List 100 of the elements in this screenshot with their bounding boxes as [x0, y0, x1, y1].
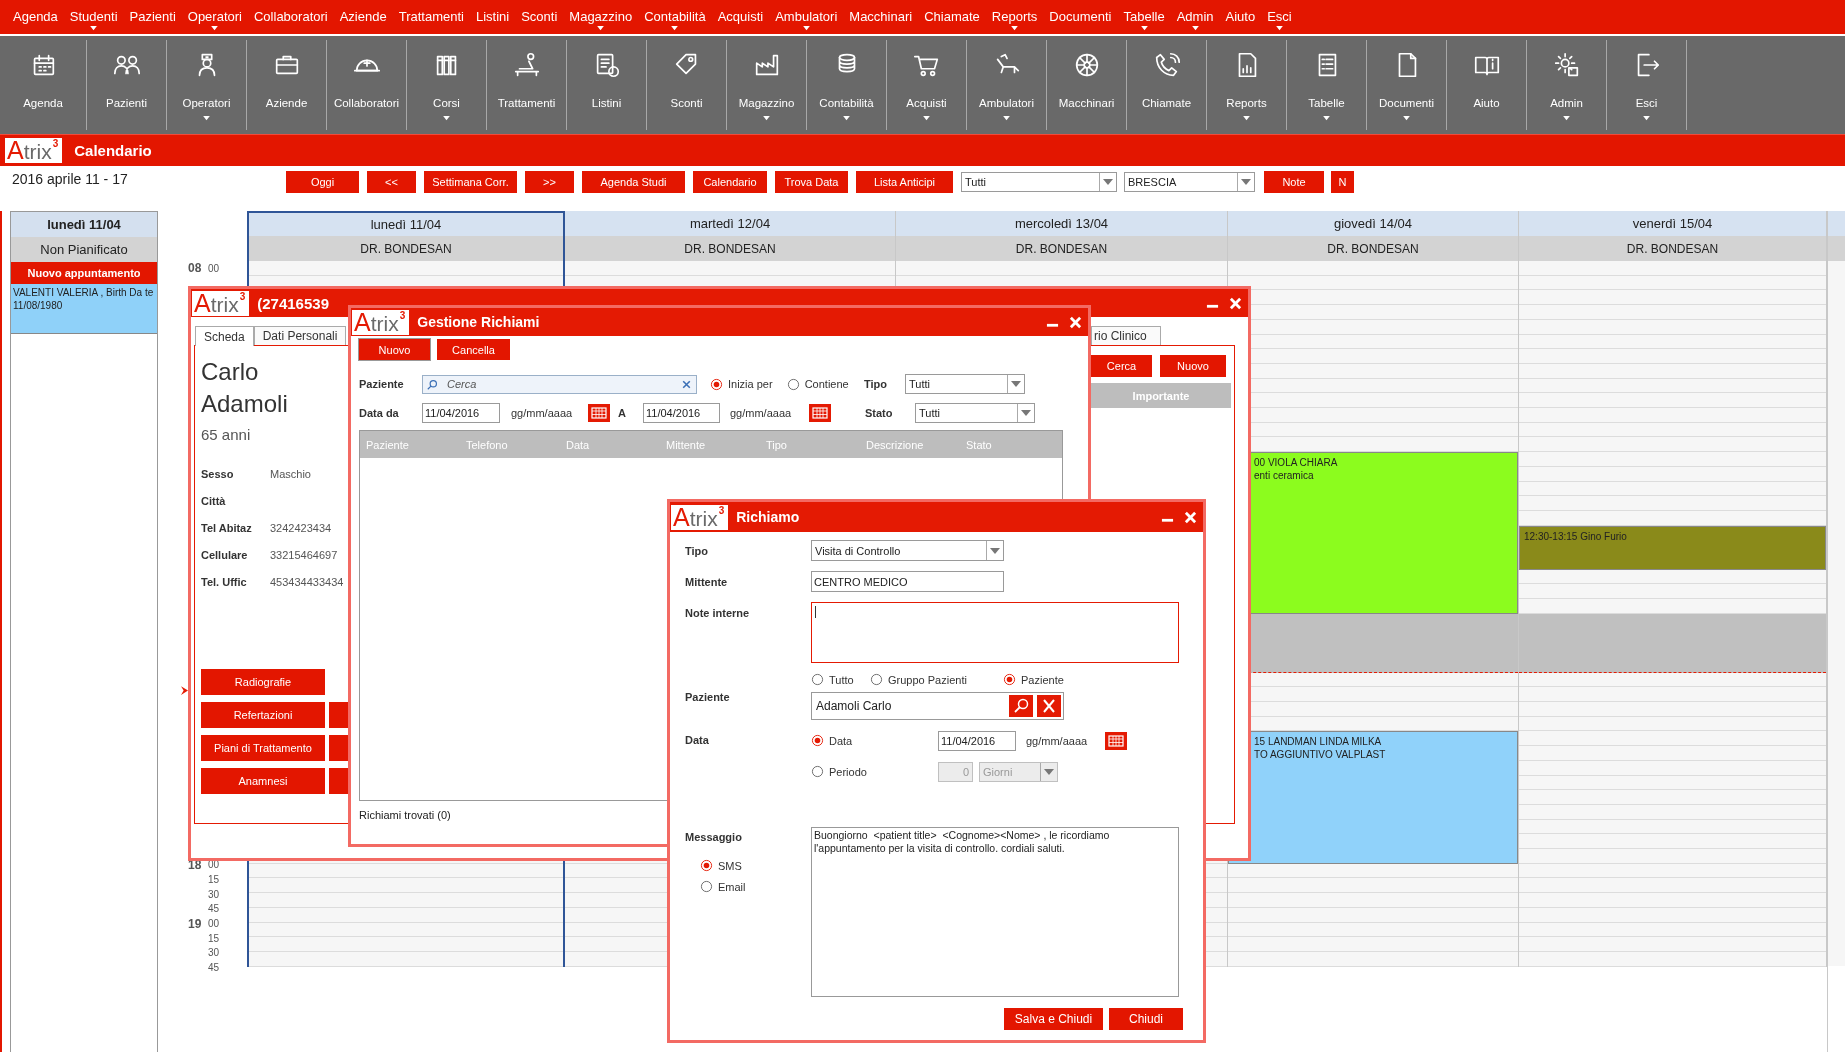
toolbar-button[interactable]: Corsi — [407, 40, 487, 130]
tab[interactable]: rio Clinico — [1091, 326, 1161, 345]
toolbar-button[interactable]: Collaboratori — [327, 40, 407, 130]
time-slot-grid[interactable]: 12:30-13:15 Gino Furio — [1519, 261, 1826, 967]
tab[interactable]: Scheda — [195, 326, 254, 346]
nav-button[interactable]: Agenda Studi — [582, 171, 685, 193]
search-field[interactable]: Cerca — [422, 374, 697, 394]
appointment[interactable]: 15 LANDMAN LINDA MILKA TO AGGIUNTIVO VALPLAST — [1228, 731, 1518, 864]
date-field[interactable]: 11/04/2016 — [422, 403, 500, 423]
new-appointment-button[interactable]: Nuovo appuntamento — [11, 262, 157, 284]
dropdown[interactable]: Tutti — [961, 172, 1117, 192]
toolbar-button[interactable]: Operatori — [167, 40, 247, 130]
action-button[interactable]: N — [1331, 171, 1354, 193]
radio-button[interactable]: Inizia per — [710, 377, 773, 391]
toolbar-button[interactable]: Pazienti — [87, 40, 167, 130]
toolbar-button[interactable]: Trattamenti — [487, 40, 567, 130]
menu-item[interactable]: Macchinari — [843, 0, 919, 34]
action-button[interactable]: Refertazioni — [201, 702, 325, 728]
nav-button[interactable]: << — [367, 171, 416, 193]
toolbar-button[interactable]: Acquisti — [887, 40, 967, 130]
toolbar-button[interactable]: Tabelle — [1287, 40, 1367, 130]
action-button[interactable]: Nuovo — [1160, 355, 1226, 377]
toolbar-button[interactable]: Documenti — [1367, 40, 1447, 130]
menu-item[interactable]: Magazzino — [563, 0, 639, 34]
action-button[interactable]: Piani di Trattamento — [201, 735, 325, 761]
menu-item[interactable]: Studenti — [63, 0, 124, 34]
action-button[interactable]: Anamnesi — [201, 768, 325, 794]
dropdown[interactable]: BRESCIA — [1124, 172, 1255, 192]
toolbar-button[interactable]: Reports — [1207, 40, 1287, 130]
day-header[interactable]: mercoledì 13/04 — [896, 211, 1227, 236]
time-slot-grid[interactable]: 00 VIOLA CHIARA enti ceramica 15 LANDMAN LINDA MILKA TO AGGIUNTIVO VALPLAST — [1228, 261, 1518, 967]
appointment-card[interactable]: VALENTI VALERIA , Birth Da te 11/08/1980 — [11, 284, 157, 334]
menu-item[interactable]: Listini — [469, 0, 516, 34]
toolbar-button[interactable]: Contabilità — [807, 40, 887, 130]
action-button[interactable]: Cancella — [437, 339, 510, 360]
menu-item[interactable]: Agenda — [7, 0, 64, 34]
dropdown[interactable]: Tutti — [915, 403, 1035, 423]
menu-item[interactable]: Trattamenti — [392, 0, 470, 34]
radio-button[interactable]: Data — [811, 734, 938, 747]
patient-name: Adamoli — [201, 389, 289, 419]
appointment[interactable]: 12:30-13:15 Gino Furio — [1519, 525, 1826, 570]
toolbar-button[interactable]: Esci — [1607, 40, 1687, 130]
day-header[interactable]: venerdì 15/04 — [1519, 211, 1826, 236]
menu-item[interactable]: Contabilità — [638, 0, 712, 34]
date-field[interactable]: 11/04/2016 — [643, 403, 720, 423]
sender-field[interactable]: CENTRO MEDICO — [811, 571, 1004, 592]
radio-button[interactable]: SMS — [700, 859, 811, 872]
action-button[interactable]: Chiudi — [1109, 1008, 1183, 1030]
menu-item[interactable]: Admin — [1170, 0, 1220, 34]
nav-button[interactable]: Trova Data — [775, 171, 848, 193]
window-title: Gestione Richiami — [417, 314, 541, 330]
radio-button[interactable]: Gruppo Pazienti — [870, 673, 1003, 686]
nav-button[interactable]: Oggi — [286, 171, 359, 193]
action-button[interactable]: Note — [1264, 171, 1324, 193]
toolbar-button[interactable]: Macchinari — [1047, 40, 1127, 130]
date-field[interactable]: 11/04/2016 — [938, 730, 1016, 751]
dropdown[interactable]: Tutti — [905, 374, 1025, 394]
menu-item[interactable]: Esci — [1261, 0, 1298, 34]
field-label: Tel. Uffic — [201, 575, 248, 588]
menu-item[interactable]: Operatori — [181, 0, 248, 34]
toolbar-button[interactable]: Aiuto — [1447, 40, 1527, 130]
patient-field[interactable]: Adamoli Carlo — [811, 692, 1064, 720]
radio-button[interactable]: Paziente — [1003, 673, 1064, 686]
nav-button[interactable]: Lista Anticipi — [856, 171, 953, 193]
radio-button[interactable]: Periodo — [811, 765, 938, 778]
menu-item[interactable]: Aziende — [333, 0, 393, 34]
nav-button[interactable]: Settimana Corr. — [424, 171, 517, 193]
menu-item[interactable]: Chiamate — [918, 0, 986, 34]
day-header[interactable]: lunedì 11/04 — [249, 211, 563, 236]
nav-button[interactable]: Calendario — [693, 171, 767, 193]
toolbar-button[interactable]: Sconti — [647, 40, 727, 130]
toolbar-button[interactable]: Listini — [567, 40, 647, 130]
menu-item[interactable]: Pazienti — [123, 0, 182, 34]
menu-item[interactable]: Aiuto — [1219, 0, 1262, 34]
action-button[interactable]: Radiografie — [201, 669, 325, 695]
toolbar-button[interactable]: Aziende — [247, 40, 327, 130]
action-button[interactable]: Salva e Chiudi — [1004, 1008, 1103, 1030]
menu-item[interactable]: Acquisti — [711, 0, 770, 34]
menu-item[interactable]: Reports — [985, 0, 1044, 34]
menu-item[interactable]: Ambulatori — [769, 0, 844, 34]
day-header[interactable]: giovedì 14/04 — [1228, 211, 1518, 236]
nav-button[interactable]: >> — [525, 171, 574, 193]
radio-button[interactable]: Contiene — [786, 377, 849, 391]
radio-button[interactable]: Email — [700, 880, 811, 893]
action-button[interactable]: Nuovo — [359, 339, 430, 360]
tab[interactable]: Dati Personali — [253, 326, 347, 345]
radio-button[interactable]: Tutto — [811, 673, 870, 686]
menu-item[interactable]: Collaboratori — [248, 0, 334, 34]
toolbar-button[interactable]: Chiamate — [1127, 40, 1207, 130]
toolbar-button[interactable]: Admin — [1527, 40, 1607, 130]
menu-item[interactable]: Documenti — [1043, 0, 1118, 34]
menu-item[interactable]: Sconti — [515, 0, 564, 34]
toolbar-button[interactable]: Ambulatori — [967, 40, 1047, 130]
toolbar-button[interactable]: Magazzino — [727, 40, 807, 130]
toolbar-button[interactable]: Agenda — [0, 40, 87, 130]
dropdown[interactable]: Visita di Controllo — [811, 540, 1004, 561]
message-field[interactable]: Buongiorno <patient title> <Cognome><Nome> , le ricordiamo l'appuntamento per la visita di controllo. cordiali saluti. — [811, 827, 1179, 997]
day-header[interactable]: martedì 12/04 — [565, 211, 895, 236]
menu-item[interactable]: Tabelle — [1117, 0, 1171, 34]
action-button[interactable]: Cerca — [1091, 355, 1152, 377]
